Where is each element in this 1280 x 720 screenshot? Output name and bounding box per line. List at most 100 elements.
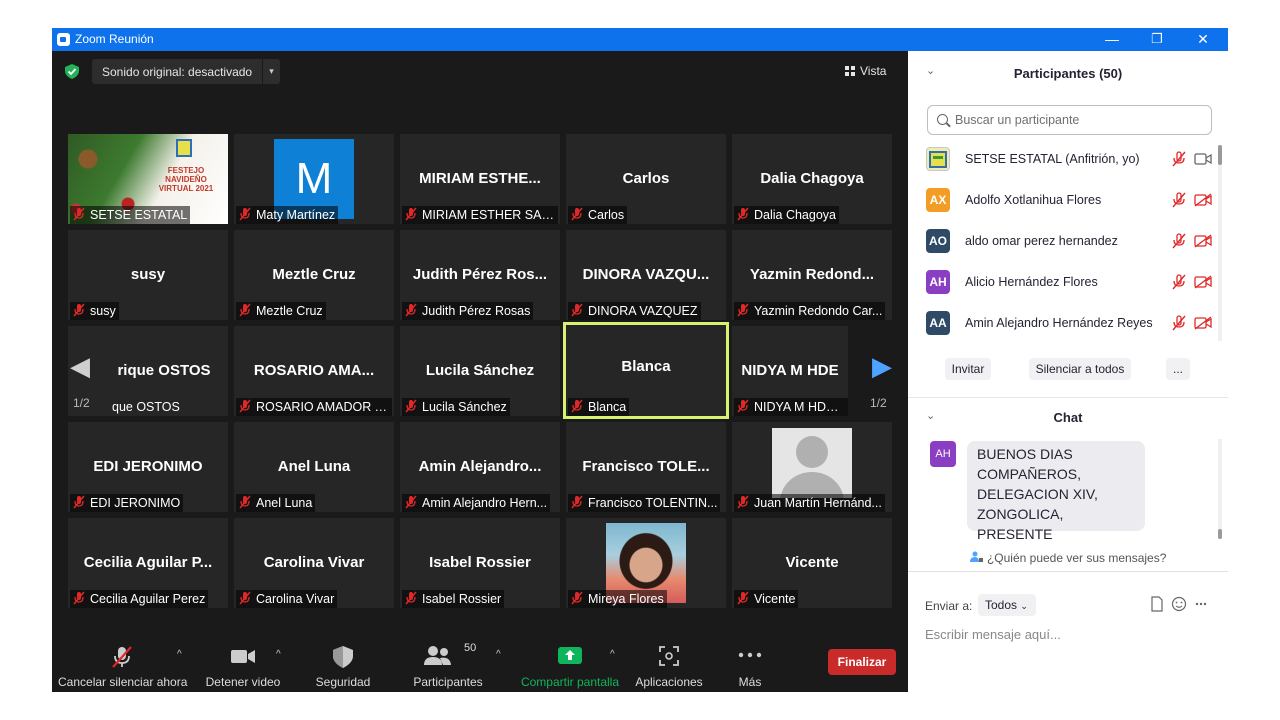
tile-name-label: Maty Martínez [236, 206, 339, 224]
send-to-dropdown[interactable]: Todos ⌄ [978, 594, 1036, 616]
tile-display-name: rique OSTOS [117, 362, 211, 379]
muted-mic-icon[interactable] [1171, 151, 1187, 167]
chat-header: Chat [1053, 410, 1083, 425]
chat-message: BUENOS DIAS COMPAÑEROS, DELEGACION XIV, … [967, 441, 1145, 542]
participants-button[interactable]: 50 Participantes [406, 632, 490, 692]
muted-mic-icon[interactable] [1171, 274, 1187, 290]
apps-button[interactable]: Aplicaciones [632, 632, 706, 692]
participant-name: Adolfo Xotlanihua Flores [965, 193, 1102, 207]
video-tile[interactable]: Anel Luna Anel Luna [234, 422, 394, 512]
participant-row[interactable]: AO aldo omar perez hernandez [926, 228, 1216, 254]
participant-search-input[interactable]: Buscar un participante [927, 105, 1212, 135]
tile-display-name: Carolina Vivar [263, 554, 365, 571]
minimize-button[interactable]: — [1089, 28, 1135, 51]
muted-mic-icon [571, 591, 583, 605]
file-icon[interactable] [1150, 596, 1164, 612]
video-tile[interactable]: Francisco TOLE... Francisco TOLENTIN... [566, 422, 726, 512]
tile-display-name: Judith Pérez Ros... [412, 266, 548, 283]
stop-video-button[interactable]: Detener video [200, 632, 286, 692]
mute-all-button[interactable]: Silenciar a todos [1029, 358, 1131, 380]
video-tile[interactable]: NIDYA M HDE NIDYA M HDEZ I [732, 326, 848, 416]
video-tile[interactable]: M Maty Martínez [234, 134, 394, 224]
view-button[interactable]: Vista [845, 64, 886, 78]
video-off-icon[interactable] [1194, 316, 1212, 330]
close-window-button[interactable]: ✕ [1180, 28, 1226, 51]
participants-header: Participantes (50) [1013, 66, 1123, 81]
end-meeting-button[interactable]: Finalizar [828, 649, 896, 675]
video-tile[interactable]: DINORA VAZQU... DINORA VAZQUEZ [566, 230, 726, 320]
participants-scrollbar[interactable] [1218, 145, 1222, 341]
video-tile[interactable]: MIRIAM ESTHE... MIRIAM ESTHER SAN... [400, 134, 560, 224]
participants-more-button[interactable]: ... [1166, 358, 1190, 380]
previous-page-icon[interactable]: ◀ [70, 351, 90, 382]
emoji-icon[interactable] [1171, 596, 1187, 612]
video-off-icon[interactable] [1194, 234, 1212, 248]
share-screen-button[interactable]: Compartir pantalla [518, 632, 622, 692]
video-off-icon[interactable] [1194, 193, 1212, 207]
view-label: Vista [860, 64, 887, 78]
invite-button[interactable]: Invitar [945, 358, 991, 380]
more-dots-icon [738, 652, 762, 658]
video-tile[interactable]: Juan Martín Hernánd... [732, 422, 892, 512]
more-button[interactable]: Más [728, 632, 772, 692]
video-options-caret[interactable]: ^ [276, 649, 281, 660]
share-options-caret[interactable]: ^ [610, 649, 615, 660]
video-camera-icon[interactable] [1194, 152, 1212, 166]
video-tile[interactable]: Isabel Rossier Isabel Rossier [400, 518, 560, 608]
muted-mic-icon[interactable] [1171, 315, 1187, 331]
avatar: AH [926, 270, 950, 294]
restore-button[interactable]: ❐ [1134, 28, 1180, 51]
video-tile[interactable]: EDI JERONIMO EDI JERONIMO [68, 422, 228, 512]
video-tile[interactable]: Mireya Flores [566, 518, 726, 608]
video-off-icon[interactable] [1194, 275, 1212, 289]
participant-row[interactable]: AX Adolfo Xotlanihua Flores [926, 187, 1216, 213]
video-tile[interactable]: Lucila Sánchez Lucila Sánchez [400, 326, 560, 416]
original-sound-toggle[interactable]: Sonido original: desactivado ▾ [92, 59, 280, 84]
video-tile[interactable]: Judith Pérez Ros... Judith Pérez Rosas [400, 230, 560, 320]
video-tile[interactable]: Yazmin Redond... Yazmin Redondo Car... [732, 230, 892, 320]
video-tile[interactable]: Dalia Chagoya Dalia Chagoya [732, 134, 892, 224]
muted-mic-icon [571, 399, 583, 413]
tile-name-label: Francisco TOLENTIN... [568, 494, 721, 512]
who-can-see-link[interactable]: ¿Quién puede ver sus mensajes? [908, 551, 1228, 565]
video-tile[interactable]: Carolina Vivar Carolina Vivar [234, 518, 394, 608]
video-tile[interactable]: rique OSTOS que OSTOS [68, 326, 228, 416]
active-speaker-tile[interactable]: Blanca Blanca [563, 322, 729, 419]
send-to-label: Enviar a: [925, 599, 973, 613]
next-page-icon[interactable]: ▶ [872, 351, 892, 382]
audio-options-caret[interactable]: ^ [177, 649, 182, 660]
participants-options-caret[interactable]: ^ [496, 649, 501, 660]
participants-label: Participantes [413, 675, 483, 689]
participant-row[interactable]: SETSE ESTATAL (Anfitrión, yo) [926, 146, 1216, 172]
tile-display-name: Amin Alejandro... [418, 458, 542, 475]
video-tile[interactable]: susy susy [68, 230, 228, 320]
participant-row[interactable]: AA Amin Alejandro Hernández Reyes [926, 310, 1216, 336]
unmute-button[interactable]: Cancelar silenciar ahora [58, 632, 187, 692]
encryption-shield-icon[interactable] [65, 64, 79, 79]
more-dots-icon[interactable] [1195, 602, 1207, 606]
video-tile[interactable]: FESTEJO NAVIDEÑO VIRTUAL 2021 SETSE ESTA… [68, 134, 228, 224]
page-indicator-left: 1/2 [73, 396, 90, 410]
chevron-down-icon[interactable]: ▾ [262, 59, 280, 84]
video-tile[interactable]: Meztle Cruz Meztle Cruz [234, 230, 394, 320]
video-tile[interactable]: ROSARIO AMA... ROSARIO AMADOR T... [234, 326, 394, 416]
search-placeholder: Buscar un participante [955, 113, 1080, 127]
video-tile[interactable]: Vicente Vicente [732, 518, 892, 608]
muted-mic-icon[interactable] [1171, 192, 1187, 208]
participant-row[interactable]: AH Alicio Hernández Flores [926, 269, 1216, 295]
video-tile[interactable]: Amin Alejandro... Amin Alejandro Hern... [400, 422, 560, 512]
tile-name-label: Lucila Sánchez [402, 398, 510, 416]
tile-display-name: Yazmin Redond... [749, 266, 875, 283]
muted-mic-icon[interactable] [1171, 233, 1187, 249]
page-indicator-right: 1/2 [870, 396, 887, 410]
tile-name-label: que OSTOS [112, 400, 180, 414]
chat-scrollbar[interactable] [1218, 439, 1222, 539]
video-tile[interactable]: Cecilia Aguilar P... Cecilia Aguilar Per… [68, 518, 228, 608]
avatar: AA [926, 311, 950, 335]
person-lock-icon [969, 551, 983, 562]
security-button[interactable]: Seguridad [304, 632, 382, 692]
chat-message-input[interactable]: Escribir mensaje aquí... [925, 627, 1061, 642]
video-tile[interactable]: Carlos Carlos [566, 134, 726, 224]
tile-name-label: EDI JERONIMO [70, 494, 184, 512]
avatar: AH [930, 441, 956, 467]
